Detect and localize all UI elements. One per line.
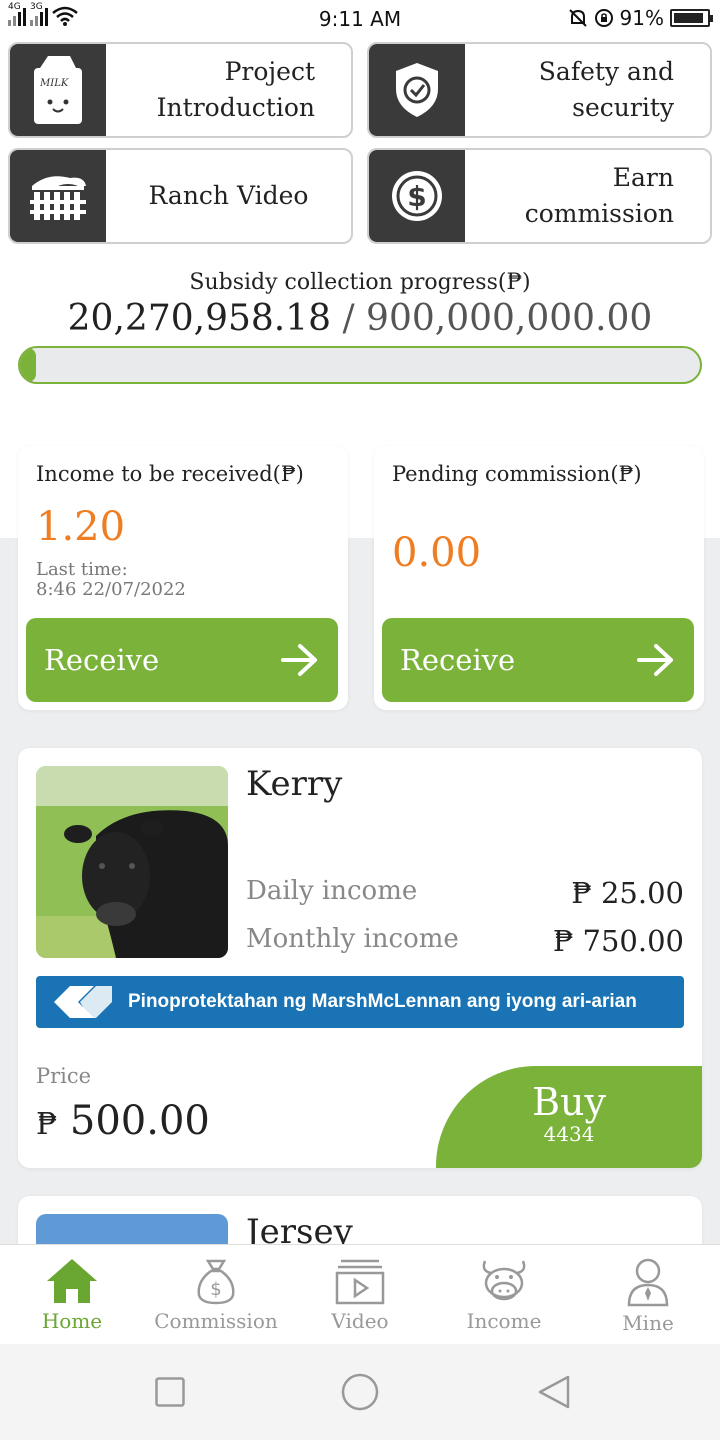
tile-label: Project Introduction [156, 57, 315, 122]
last-time-label: Last time: [36, 559, 128, 580]
receive-commission-button[interactable]: Receive [382, 618, 694, 702]
daily-income-value: ₱ 25.00 [571, 876, 684, 910]
bottom-tab-bar: Home $ Commission Video Income Mine [0, 1244, 720, 1344]
status-right: 91% [568, 6, 713, 30]
last-time: Last time: 8:46 22/07/2022 [36, 560, 186, 600]
video-play-icon [335, 1259, 385, 1305]
monthly-income-value: ₱ 750.00 [552, 924, 684, 958]
peso-symbol: ₱ [36, 1107, 58, 1142]
daily-income-row: Daily income ₱ 25.00 [246, 876, 684, 910]
rotation-lock-icon [594, 9, 613, 27]
daily-income-label: Daily income [246, 876, 418, 906]
buy-button[interactable]: Buy 4434 [436, 1066, 702, 1168]
person-icon [627, 1258, 669, 1307]
collected-amount: 20,270,958.18 [67, 298, 332, 339]
product-name: Kerry [246, 764, 343, 804]
ranch-fence-icon [10, 150, 106, 242]
insurance-text: Pinoprotektahan ng MarshMcLennan ang iyo… [128, 991, 637, 1012]
commission-title: Pending commission(₱) [392, 462, 642, 486]
tile-ranch-video[interactable]: Ranch Video [8, 148, 353, 244]
tab-label: Mine [622, 1311, 674, 1335]
receive-label: Receive [44, 643, 160, 677]
price-value: ₱ 500.00 [36, 1098, 210, 1144]
tab-label: Video [331, 1309, 389, 1333]
tab-label: Home [41, 1309, 103, 1333]
last-time-value: 8:46 22/07/2022 [36, 579, 186, 600]
tile-label: Earn commission [524, 163, 674, 228]
tile-earn-commission[interactable]: $ Earn commission [367, 148, 712, 244]
tile-label: Ranch Video [148, 181, 309, 210]
receive-income-button[interactable]: Receive [26, 618, 338, 702]
tab-home[interactable]: Home [0, 1245, 144, 1344]
commission-value: 0.00 [392, 530, 482, 576]
milk-carton-icon: MILK [10, 44, 106, 136]
tab-label: Commission [154, 1309, 278, 1333]
system-nav-bar [0, 1344, 720, 1440]
insurer-logo-icon [54, 986, 112, 1018]
tab-label: Income [466, 1309, 542, 1333]
home-circle-icon[interactable] [341, 1373, 379, 1411]
price-label: Price [36, 1064, 92, 1088]
progress-amount: 20,270,958.18 / 900,000,000.00 [0, 298, 720, 339]
status-bar: 4G 3G 9:11 AM 91% [0, 0, 720, 38]
receive-label: Receive [400, 643, 516, 677]
recents-square-icon[interactable] [155, 1377, 185, 1407]
svg-text:MILK: MILK [39, 78, 69, 89]
money-bag-icon: $ [197, 1259, 235, 1305]
product-image-cow [36, 766, 228, 958]
tile-label: Safety and security [538, 57, 674, 122]
svg-text:$: $ [407, 180, 426, 213]
amount-separator: / [331, 298, 367, 339]
tab-income[interactable]: Income [432, 1245, 576, 1344]
insurance-banner: Pinoprotektahan ng MarshMcLennan ang iyo… [36, 976, 684, 1028]
tile-project-introduction[interactable]: MILK Project Introduction [8, 42, 353, 138]
back-triangle-icon[interactable] [537, 1374, 571, 1410]
tab-commission[interactable]: $ Commission [144, 1245, 288, 1344]
buy-count: 4434 [543, 1122, 595, 1146]
progress-fill [20, 348, 36, 382]
tab-video[interactable]: Video [288, 1245, 432, 1344]
progress-title: Subsidy collection progress(₱) [189, 270, 531, 295]
svg-text:$: $ [210, 1279, 221, 1300]
product-card: Kerry Daily income ₱ 25.00 Monthly incom… [18, 748, 702, 1168]
income-title: Income to be received(₱) [36, 462, 304, 486]
battery-percent: 91% [619, 6, 664, 30]
monthly-income-label: Monthly income [246, 924, 459, 954]
progress-bar [18, 346, 702, 384]
income-card: Income to be received(₱) 1.20 Last time:… [18, 446, 348, 710]
bell-muted-icon [568, 9, 587, 27]
tab-mine[interactable]: Mine [576, 1245, 720, 1344]
arrow-right-icon [281, 644, 317, 676]
tile-safety-security[interactable]: Safety and security [367, 42, 712, 138]
target-amount: 900,000,000.00 [366, 298, 653, 339]
dollar-coin-icon: $ [369, 150, 465, 242]
income-value: 1.20 [36, 504, 126, 550]
price-amount: 500.00 [69, 1098, 210, 1144]
cow-face-icon [482, 1260, 526, 1301]
monthly-income-row: Monthly income ₱ 750.00 [246, 924, 684, 958]
arrow-right-icon [637, 644, 673, 676]
battery-icon [670, 9, 713, 27]
buy-label: Buy [532, 1080, 606, 1124]
shield-check-icon [369, 44, 465, 136]
commission-card: Pending commission(₱) 0.00 Receive [374, 446, 704, 710]
home-icon [47, 1259, 97, 1303]
